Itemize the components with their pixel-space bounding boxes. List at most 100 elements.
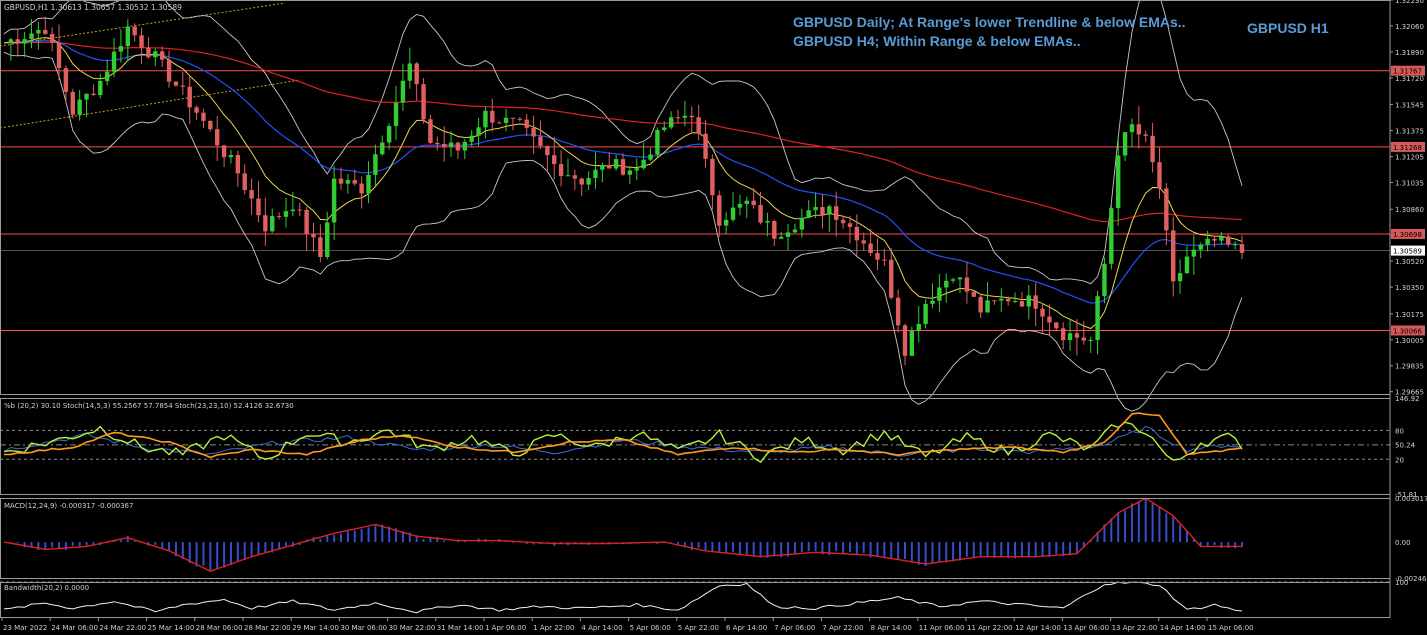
candle-body bbox=[827, 206, 832, 215]
candle-body bbox=[1205, 238, 1210, 245]
candle-body bbox=[77, 99, 82, 115]
candle-body bbox=[785, 232, 791, 237]
candle-body bbox=[1239, 244, 1245, 253]
macd-signal-line bbox=[3, 497, 1242, 573]
price-tick-label: 1.30350 bbox=[1395, 284, 1424, 292]
candle-body bbox=[70, 91, 75, 115]
candle-body bbox=[373, 154, 378, 175]
macd-panel: MACD(12,24,9) -0.000317 -0.000367 bbox=[3, 497, 1243, 573]
candle-body bbox=[902, 325, 908, 356]
candle-body bbox=[166, 59, 172, 82]
candle-body bbox=[84, 93, 89, 100]
time-tick-label: 24 Mar 22:00 bbox=[99, 624, 146, 632]
candle-body bbox=[565, 175, 571, 177]
candle-body bbox=[744, 200, 749, 204]
candle-body bbox=[98, 80, 103, 96]
candle-body bbox=[1081, 337, 1087, 341]
price-tick-label: 1.30520 bbox=[1395, 258, 1424, 266]
candle-body bbox=[889, 259, 894, 298]
candle-body bbox=[1212, 238, 1217, 241]
candle-body bbox=[1143, 134, 1148, 136]
candle-body bbox=[1116, 155, 1121, 209]
time-tick-label: 29 Mar 14:00 bbox=[292, 624, 339, 632]
candle-body bbox=[957, 277, 963, 280]
candle-body bbox=[641, 159, 646, 169]
candle-body bbox=[778, 236, 784, 239]
candle-body bbox=[400, 80, 406, 103]
candle-body bbox=[992, 300, 997, 302]
candle-body bbox=[331, 178, 337, 223]
candle-body bbox=[173, 81, 179, 86]
candle-body bbox=[834, 206, 839, 220]
candle-body bbox=[909, 331, 915, 356]
candle-body bbox=[758, 205, 763, 223]
candle-body bbox=[125, 26, 130, 47]
time-tick-label: 15 Apr 06:00 bbox=[1208, 624, 1254, 632]
candle-body bbox=[545, 145, 550, 156]
candle-body bbox=[558, 164, 564, 177]
macd-tick-label: 0.003017 bbox=[1395, 495, 1427, 503]
candle-body bbox=[552, 155, 557, 165]
candle-body bbox=[868, 243, 873, 254]
candle-body bbox=[1067, 333, 1073, 341]
price-tick-label: 1.31375 bbox=[1395, 128, 1424, 136]
candle-body bbox=[208, 120, 213, 130]
candle-body bbox=[1012, 301, 1018, 303]
candle-body bbox=[806, 210, 811, 218]
candle-body bbox=[964, 277, 970, 292]
candle-body bbox=[242, 173, 247, 191]
price-tick-label: 1.30860 bbox=[1395, 206, 1424, 214]
candle-body bbox=[15, 39, 20, 44]
candle-body bbox=[524, 119, 529, 128]
level-price-label: 1.31268 bbox=[1393, 144, 1422, 152]
candle-body bbox=[1219, 236, 1224, 241]
candle-body bbox=[1164, 188, 1169, 231]
candle-body bbox=[1226, 236, 1231, 245]
candle-body bbox=[1074, 333, 1080, 338]
candle-body bbox=[29, 33, 34, 40]
panel-frame-main bbox=[0, 0, 1391, 395]
time-tick-label: 28 Mar 06:00 bbox=[196, 624, 243, 632]
candle-body bbox=[923, 303, 928, 324]
candle-body bbox=[586, 178, 591, 185]
candle-body bbox=[895, 297, 901, 326]
symbol-info: GBPUSD,H1 1.30613 1.30657 1.30532 1.3058… bbox=[4, 3, 182, 12]
time-tick-label: 5 Apr 22:00 bbox=[678, 624, 719, 632]
candle-body bbox=[751, 200, 756, 206]
time-tick-label: 1 Apr 22:00 bbox=[533, 624, 574, 632]
candle-body bbox=[1088, 339, 1093, 341]
candle-body bbox=[1191, 249, 1197, 257]
candle-body bbox=[1184, 256, 1190, 274]
candle-body bbox=[159, 51, 165, 60]
annotation-h4: GBPUSD H4; Within Range & below EMAs.. bbox=[793, 33, 1081, 49]
candle-body bbox=[875, 253, 880, 260]
current-price-label: 1.30589 bbox=[1393, 248, 1422, 256]
candle-body bbox=[655, 129, 660, 155]
time-tick-label: 4 Apr 14:00 bbox=[581, 624, 622, 632]
candle-body bbox=[930, 300, 935, 304]
candle-body bbox=[435, 142, 440, 144]
candle-body bbox=[1033, 295, 1038, 309]
candle-body bbox=[1026, 295, 1031, 307]
candle-body bbox=[428, 119, 433, 143]
candle-body bbox=[717, 195, 722, 226]
candle-body bbox=[662, 127, 667, 130]
candle-body bbox=[469, 135, 474, 142]
annotation-timeframe: GBPUSD H1 bbox=[1247, 20, 1329, 36]
candle-body bbox=[366, 174, 371, 194]
trendline-lower bbox=[0, 79, 301, 129]
time-tick-label: 5 Apr 06:00 bbox=[630, 624, 671, 632]
candle-body bbox=[971, 291, 976, 297]
time-tick-label: 1 Apr 06:00 bbox=[485, 624, 526, 632]
candle-body bbox=[283, 211, 289, 217]
candle-body bbox=[441, 143, 447, 147]
candle-body bbox=[1047, 316, 1052, 323]
price-tick-label: 1.30005 bbox=[1395, 337, 1424, 345]
osc-tick-label: 80 bbox=[1395, 427, 1404, 435]
candle-body bbox=[1150, 135, 1155, 163]
time-tick-label: 24 Mar 06:00 bbox=[51, 624, 98, 632]
bw-tick-label: 100 bbox=[1395, 579, 1408, 587]
candle-body bbox=[593, 169, 598, 179]
candle-body bbox=[620, 159, 626, 175]
candle-body bbox=[215, 129, 220, 146]
